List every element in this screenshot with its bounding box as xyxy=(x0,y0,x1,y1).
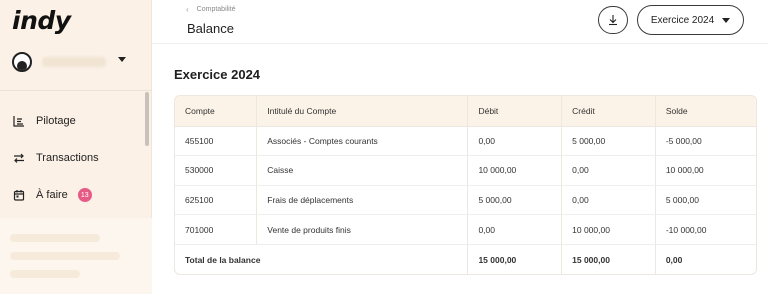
total-solde: 0,00 xyxy=(654,244,756,274)
column-header-debit: Débit xyxy=(467,96,562,127)
cell-compte: 530000 xyxy=(175,155,257,186)
breadcrumb[interactable]: ‹ Comptabilité xyxy=(186,5,236,14)
sidebar: indy Pilotage Transactions À faire 13 xyxy=(0,0,152,294)
sidebar-item-label: Pilotage xyxy=(36,115,76,127)
section-title: Exercice 2024 xyxy=(174,67,261,82)
sidebar-scrollbar[interactable] xyxy=(145,92,149,146)
chevron-left-icon: ‹ xyxy=(186,5,189,14)
avatar xyxy=(12,52,32,72)
total-label: Total de la balance xyxy=(185,254,261,265)
table-row[interactable]: 530000 Caisse 10 000,00 0,00 10 000,00 xyxy=(175,155,756,186)
sidebar-item-pilotage[interactable]: Pilotage xyxy=(12,111,142,131)
table-total-row: Total de la balance 15 000,00 15 000,00 … xyxy=(175,244,756,274)
chart-lines-icon xyxy=(12,114,26,128)
notification-badge: 13 xyxy=(77,188,92,202)
account-switcher[interactable] xyxy=(12,51,130,73)
download-icon xyxy=(609,15,617,26)
sidebar-footer-blurred xyxy=(0,218,152,294)
sidebar-divider xyxy=(0,90,152,91)
cell-intitule: Associés - Comptes courants xyxy=(256,126,468,157)
sidebar-item-transactions[interactable]: Transactions xyxy=(12,148,142,168)
cell-solde: 10 000,00 xyxy=(654,155,756,186)
table-header-row: Compte Intitulé du Compte Débit Crédit S… xyxy=(175,96,756,127)
cell-compte: 625100 xyxy=(175,185,257,216)
cell-solde: -10 000,00 xyxy=(654,214,756,245)
sidebar-item-label: Transactions xyxy=(36,152,99,164)
app-logo[interactable]: indy xyxy=(12,6,71,35)
cell-debit: 0,00 xyxy=(467,126,562,157)
total-debit: 15 000,00 xyxy=(467,244,562,274)
cell-compte: 455100 xyxy=(175,126,257,157)
page-header: ‹ Comptabilité Balance Exercice 2024 xyxy=(152,0,768,44)
calendar-icon xyxy=(12,188,26,202)
cell-debit: 10 000,00 xyxy=(467,155,562,186)
cell-debit: 5 000,00 xyxy=(467,185,562,216)
chevron-down-icon xyxy=(118,57,126,62)
total-credit: 15 000,00 xyxy=(561,244,656,274)
column-header-compte: Compte xyxy=(175,96,257,127)
cell-credit: 10 000,00 xyxy=(561,214,656,245)
table-row[interactable]: 625100 Frais de déplacements 5 000,00 0,… xyxy=(175,185,756,216)
column-header-intitule: Intitulé du Compte xyxy=(256,96,468,127)
cell-intitule: Caisse xyxy=(256,155,468,186)
cell-solde: -5 000,00 xyxy=(654,126,756,157)
cell-intitule: Vente de produits finis xyxy=(256,214,468,245)
cell-credit: 0,00 xyxy=(561,185,656,216)
download-button[interactable] xyxy=(598,6,628,34)
column-header-credit: Crédit xyxy=(561,96,656,127)
cell-debit: 0,00 xyxy=(467,214,562,245)
table-row[interactable]: 455100 Associés - Comptes courants 0,00 … xyxy=(175,126,756,157)
cell-credit: 0,00 xyxy=(561,155,656,186)
cell-intitule: Frais de déplacements xyxy=(256,185,468,216)
column-header-solde: Solde xyxy=(654,96,756,127)
year-select[interactable]: Exercice 2024 xyxy=(637,5,744,35)
chevron-down-icon xyxy=(722,17,731,23)
page-title: Balance xyxy=(187,21,234,36)
account-name-blurred xyxy=(42,57,106,67)
cell-compte: 701000 xyxy=(175,214,257,245)
swap-arrows-icon xyxy=(12,151,26,165)
cell-credit: 5 000,00 xyxy=(561,126,656,157)
balance-table: Compte Intitulé du Compte Débit Crédit S… xyxy=(174,95,757,275)
year-select-value: Exercice 2024 xyxy=(650,14,715,26)
sidebar-item-a-faire[interactable]: À faire 13 xyxy=(12,185,142,205)
sidebar-item-label: À faire xyxy=(36,189,68,201)
breadcrumb-label: Comptabilité xyxy=(196,6,236,13)
cell-solde: 5 000,00 xyxy=(654,185,756,216)
table-row[interactable]: 701000 Vente de produits finis 0,00 10 0… xyxy=(175,214,756,245)
